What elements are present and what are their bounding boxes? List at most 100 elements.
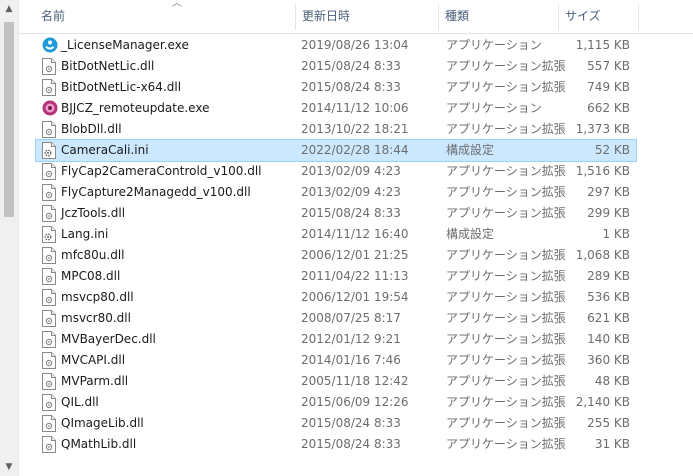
scroll-up-arrow-icon[interactable]: ▲ [3, 4, 15, 14]
file-row[interactable]: JczTools.dll 2015/08/24 8:33 アプリケーション拡張 299… [36, 203, 636, 224]
file-row[interactable]: QMathLib.dll 2015/08/24 8:33 アプリケーション拡張 31 … [36, 434, 636, 455]
file-modified-date: 2006/12/01 21:25 [301, 248, 409, 262]
file-modified-date: 2015/08/24 8:33 [301, 59, 401, 73]
file-type: アプリケーション拡張 [446, 311, 566, 325]
file-row[interactable]: Lang.ini 2014/11/12 16:40 構成設定 1 KB [36, 224, 636, 245]
file-modified-date: 2022/02/28 18:44 [301, 143, 409, 157]
file-modified-date: 2005/11/18 12:42 [301, 374, 409, 388]
file-row[interactable]: BitDotNetLic.dll 2015/08/24 8:33 アプリケーション拡… [36, 56, 636, 77]
file-row[interactable]: MVParm.dll 2005/11/18 12:42 アプリケーション拡張 48 K… [36, 371, 636, 392]
column-header-type-label: 種類 [445, 9, 470, 23]
column-header-name[interactable]: 名前 ︿ [34, 0, 294, 33]
file-name: Lang.ini [61, 227, 109, 241]
file-type: アプリケーション拡張 [446, 332, 566, 346]
file-row[interactable]: FlyCapture2Managedd_v100.dll 2013/02/09 4… [36, 182, 636, 203]
file-name: BJJCZ_remoteupdate.exe [61, 101, 210, 115]
dll-file-icon [42, 436, 56, 453]
file-name: FlyCap2CameraControld_v100.dll [61, 164, 262, 178]
file-type: 構成設定 [446, 143, 495, 157]
dll-file-icon [42, 205, 56, 222]
column-header-type[interactable]: 種類 [438, 0, 558, 33]
file-modified-date: 2014/01/16 7:46 [301, 353, 401, 367]
file-modified-date: 2013/10/22 18:21 [301, 122, 409, 136]
dll-file-icon [42, 352, 56, 369]
file-size: 662 KB [587, 101, 630, 115]
file-row[interactable]: BitDotNetLic-x64.dll 2015/08/24 8:33 アプリケー… [36, 77, 636, 98]
file-row[interactable]: mfc80u.dll 2006/12/01 21:25 アプリケーション拡張 1,06… [36, 245, 636, 266]
file-size: 2,140 KB [575, 395, 630, 409]
file-name: BlobDll.dll [61, 122, 122, 136]
dll-file-icon [42, 331, 56, 348]
file-name: JczTools.dll [61, 206, 126, 220]
file-type: 構成設定 [446, 227, 495, 241]
file-modified-date: 2014/11/12 10:06 [301, 101, 409, 115]
file-name: CameraCali.ini [61, 143, 149, 157]
file-size: 255 KB [587, 416, 630, 430]
file-modified-date: 2015/08/24 8:33 [301, 206, 401, 220]
file-type: アプリケーション [446, 38, 542, 52]
file-row[interactable]: MPC08.dll 2011/04/22 11:13 アプリケーション拡張 289 K… [36, 266, 636, 287]
file-size: 557 KB [587, 59, 630, 73]
file-size: 289 KB [587, 269, 630, 283]
file-type: アプリケーション [446, 101, 542, 115]
file-size: 52 KB [594, 143, 630, 157]
file-name: MVBayerDec.dll [61, 332, 156, 346]
file-name: msvcr80.dll [61, 311, 131, 325]
ini-file-icon [42, 226, 56, 243]
scroll-down-arrow-icon[interactable]: ▼ [3, 462, 15, 472]
file-row[interactable]: _LicenseManager.exe 2019/08/26 13:04 アプリケー… [36, 35, 636, 56]
file-modified-date: 2015/08/24 8:33 [301, 80, 401, 94]
file-type: アプリケーション拡張 [446, 353, 566, 367]
dll-file-icon [42, 163, 56, 180]
file-modified-date: 2012/01/12 9:21 [301, 332, 401, 346]
file-row[interactable]: msvcr80.dll 2008/07/25 8:17 アプリケーション拡張 621 … [36, 308, 636, 329]
file-type: アプリケーション拡張 [446, 122, 566, 136]
file-name: BitDotNetLic.dll [61, 59, 155, 73]
file-size: 1 KB [602, 227, 630, 241]
file-row[interactable]: QImageLib.dll 2015/08/24 8:33 アプリケーション拡張 25… [36, 413, 636, 434]
column-header-date[interactable]: 更新日時 [295, 0, 438, 33]
file-row[interactable]: CameraCali.ini 2022/02/28 18:44 構成設定 52 KB [35, 139, 637, 162]
file-row[interactable]: FlyCap2CameraControld_v100.dll 2013/02/09… [36, 161, 636, 182]
file-modified-date: 2011/04/22 11:13 [301, 269, 409, 283]
column-divider[interactable] [638, 4, 639, 30]
file-row[interactable]: MVBayerDec.dll 2012/01/12 9:21 アプリケーション拡張 1… [36, 329, 636, 350]
column-header-date-label: 更新日時 [302, 9, 351, 23]
file-row[interactable]: MVCAPI.dll 2014/01/16 7:46 アプリケーション拡張 360 K… [36, 350, 636, 371]
file-type: アプリケーション拡張 [446, 206, 566, 220]
file-type: アプリケーション拡張 [446, 395, 566, 409]
file-row[interactable]: QIL.dll 2015/06/09 12:26 アプリケーション拡張 2,140 K… [36, 392, 636, 413]
file-modified-date: 2019/08/26 13:04 [301, 38, 409, 52]
file-size: 1,115 KB [575, 38, 630, 52]
file-name: _LicenseManager.exe [61, 38, 189, 52]
update-app-icon [42, 100, 58, 117]
file-name: MVCAPI.dll [61, 353, 126, 367]
file-modified-date: 2015/08/24 8:33 [301, 437, 401, 451]
file-type: アプリケーション拡張 [446, 437, 566, 451]
dll-file-icon [42, 310, 56, 327]
file-row[interactable]: BlobDll.dll 2013/10/22 18:21 アプリケーション拡張 1,3… [36, 119, 636, 140]
dll-file-icon [42, 289, 56, 306]
file-row[interactable]: BJJCZ_remoteupdate.exe 2014/11/12 10:06 アプ… [36, 98, 636, 119]
file-type: アプリケーション拡張 [446, 374, 566, 388]
file-name: MVParm.dll [61, 374, 129, 388]
file-type: アプリケーション拡張 [446, 290, 566, 304]
column-header-name-label: 名前 [41, 9, 66, 23]
file-size: 48 KB [594, 374, 630, 388]
file-size: 1,516 KB [575, 164, 630, 178]
sort-ascending-icon: ︿ [172, 0, 182, 9]
dll-file-icon [42, 79, 56, 96]
vertical-scrollbar[interactable]: ▲ ▼ [0, 0, 19, 476]
file-name: QIL.dll [61, 395, 99, 409]
file-row[interactable]: msvcp80.dll 2006/12/01 19:54 アプリケーション拡張 536… [36, 287, 636, 308]
file-name: QImageLib.dll [61, 416, 144, 430]
column-header-size[interactable]: サイズ [558, 0, 638, 33]
scroll-thumb[interactable] [4, 22, 14, 217]
file-modified-date: 2015/06/09 12:26 [301, 395, 409, 409]
file-modified-date: 2006/12/01 19:54 [301, 290, 409, 304]
dll-file-icon [42, 247, 56, 264]
dll-file-icon [42, 394, 56, 411]
file-type: アプリケーション拡張 [446, 185, 566, 199]
dll-file-icon [42, 373, 56, 390]
file-modified-date: 2008/07/25 8:17 [301, 311, 401, 325]
